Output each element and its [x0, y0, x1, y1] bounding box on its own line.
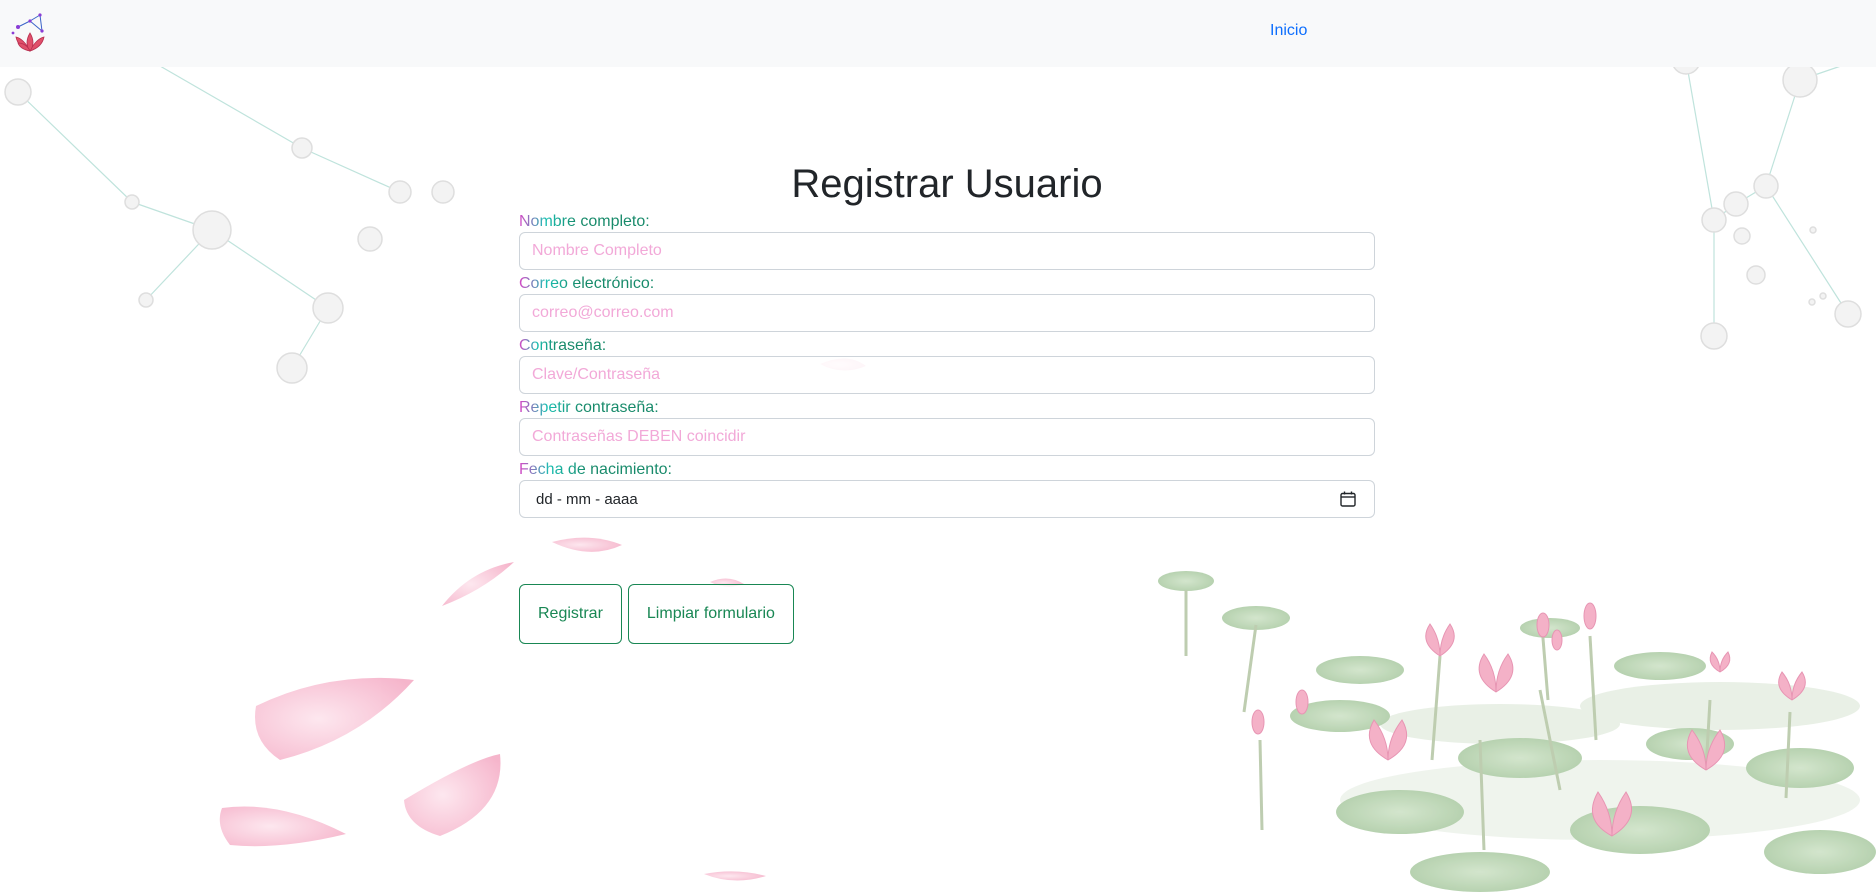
lotus-constellation-logo[interactable] — [10, 11, 50, 55]
field-birthdate: Fecha de nacimiento: dd - mm - aaaa — [519, 456, 1375, 518]
date-value: dd - mm - aaaa — [536, 491, 638, 508]
field-label: Contraseña: — [519, 332, 606, 355]
register-button[interactable]: Registrar — [519, 584, 622, 644]
field-full-name: Nombre completo: — [519, 208, 1375, 270]
lotus-pond — [1158, 571, 1876, 892]
field-email: Correo electrónico: — [519, 270, 1375, 332]
field-label: Fecha de nacimiento: — [519, 456, 672, 479]
clear-form-button[interactable]: Limpiar formulario — [627, 584, 794, 644]
field-password: Contraseña: — [519, 332, 1375, 394]
email-input[interactable] — [519, 294, 1375, 332]
nav-link-inicio[interactable]: Inicio — [1270, 22, 1307, 40]
birthdate-input[interactable]: dd - mm - aaaa — [519, 480, 1375, 518]
password-input[interactable] — [519, 356, 1375, 394]
form-actions: Registrar Limpiar formulario — [519, 584, 794, 644]
constellation-right — [1685, 53, 1876, 336]
constellation-left-stars — [4, 78, 455, 384]
constellation-right-stars — [1671, 45, 1862, 350]
field-repeat-password: Repetir contraseña: — [519, 394, 1375, 456]
register-form-container: Registrar Usuario Nombre completo: Corre… — [519, 160, 1375, 644]
calendar-icon[interactable] — [1339, 490, 1357, 508]
full-name-input[interactable] — [519, 232, 1375, 270]
field-label: Correo electrónico: — [519, 270, 654, 293]
repeat-password-input[interactable] — [519, 418, 1375, 456]
field-label: Repetir contraseña: — [519, 394, 659, 417]
navbar: Inicio — [0, 0, 1876, 67]
field-label: Nombre completo: — [519, 208, 650, 231]
page-title: Registrar Usuario — [791, 162, 1103, 206]
